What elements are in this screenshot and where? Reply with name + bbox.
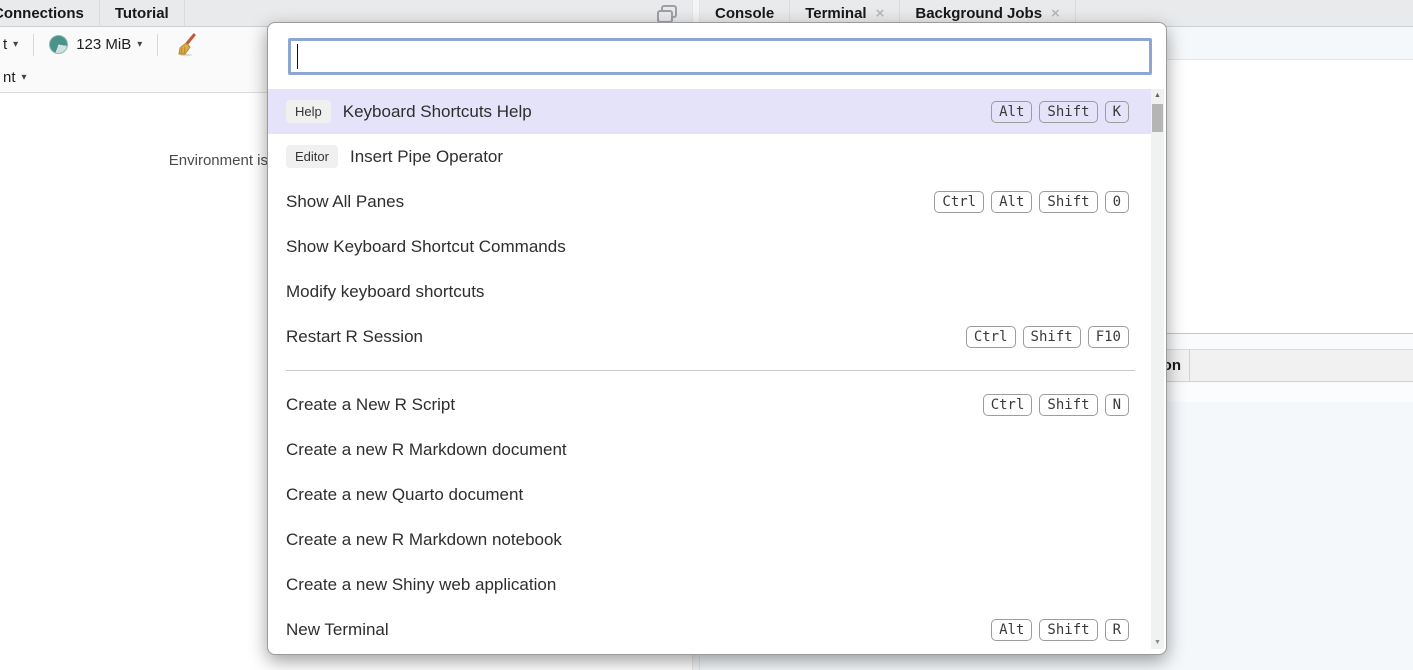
palette-list: Help Keyboard Shortcuts Help Alt Shift K E… <box>268 89 1153 652</box>
text-cursor <box>297 44 298 69</box>
item-keys: Ctrl Shift F10 <box>959 326 1129 348</box>
palette-item[interactable]: Create a new R Markdown notebook <box>268 517 1153 562</box>
tab-terminal-label: Terminal <box>805 5 866 22</box>
palette-scrollbar[interactable]: ▲ ▼ <box>1151 89 1164 649</box>
item-label: Keyboard Shortcuts Help <box>343 102 532 122</box>
import-dataset-button[interactable]: t ▾ <box>0 36 21 53</box>
shortcut-key: Shift <box>1023 326 1081 348</box>
item-label: Create a New R Script <box>286 395 455 415</box>
shortcut-key: Shift <box>1039 101 1097 123</box>
chevron-down-icon: ▾ <box>13 39 18 50</box>
shortcut-key: K <box>1105 101 1129 123</box>
item-keys: Ctrl Alt Shift 0 <box>927 191 1129 213</box>
shortcut-key: F10 <box>1088 326 1129 348</box>
shortcut-key: Alt <box>991 101 1032 123</box>
palette-item[interactable]: Create a new Shiny web application <box>268 562 1153 607</box>
palette-item[interactable]: Show All Panes Ctrl Alt Shift 0 <box>268 179 1153 224</box>
palette-item[interactable]: Create a new Quarto document <box>268 472 1153 517</box>
item-label: Create a new Shiny web application <box>286 575 556 595</box>
item-label: Restart R Session <box>286 327 423 347</box>
item-label: Create a new Quarto document <box>286 485 523 505</box>
item-label: New Terminal <box>286 620 389 640</box>
memory-usage-pie-icon <box>49 35 68 54</box>
palette-item[interactable]: New Terminal Alt Shift R <box>268 607 1153 652</box>
scrollbar-thumb[interactable] <box>1152 104 1163 132</box>
command-palette: Help Keyboard Shortcuts Help Alt Shift K E… <box>267 22 1167 655</box>
environment-empty-message: Environment is <box>0 152 268 169</box>
item-scope-badge: Editor <box>286 145 338 168</box>
shortcut-key: R <box>1105 619 1129 641</box>
shortcut-key: Shift <box>1039 191 1097 213</box>
item-label: Create a new R Markdown notebook <box>286 530 562 550</box>
memory-usage-button[interactable]: 123 MiB ▾ <box>46 35 145 54</box>
chevron-down-icon: ▾ <box>137 39 142 50</box>
tab-tutorial[interactable]: Tutorial <box>100 0 185 26</box>
chevron-down-icon: ▾ <box>22 72 27 83</box>
toolbar-separator <box>157 34 158 56</box>
environment-selector-clipped-label: nt <box>3 69 16 86</box>
shortcut-key: Ctrl <box>966 326 1016 348</box>
close-background-jobs-icon[interactable]: × <box>1051 5 1060 22</box>
shortcut-key: Shift <box>1039 394 1097 416</box>
item-keys: Ctrl Shift N <box>976 394 1129 416</box>
palette-item[interactable]: Help Keyboard Shortcuts Help Alt Shift K <box>268 89 1153 134</box>
broom-icon <box>173 33 197 57</box>
scroll-down-icon[interactable]: ▼ <box>1151 639 1164 646</box>
palette-item[interactable]: Create a New R Script Ctrl Shift N <box>268 382 1153 427</box>
item-label: Modify keyboard shortcuts <box>286 282 484 302</box>
shortcut-key: Shift <box>1039 619 1097 641</box>
shortcut-key: 0 <box>1105 191 1129 213</box>
palette-item[interactable]: Restart R Session Ctrl Shift F10 <box>268 314 1153 359</box>
shortcut-key: Ctrl <box>983 394 1033 416</box>
palette-item[interactable]: Show Keyboard Shortcut Commands <box>268 224 1153 269</box>
shortcut-key: Ctrl <box>934 191 984 213</box>
memory-usage-label: 123 MiB <box>76 36 131 53</box>
command-search-input[interactable] <box>288 38 1152 75</box>
tab-background-jobs-label: Background Jobs <box>915 5 1042 22</box>
palette-item[interactable]: Editor Insert Pipe Operator <box>268 134 1153 179</box>
shortcut-key: Alt <box>991 191 1032 213</box>
item-label: Create a new R Markdown document <box>286 440 567 460</box>
maximize-icon <box>655 4 679 24</box>
clear-objects-button[interactable] <box>170 33 200 57</box>
item-label: Insert Pipe Operator <box>350 147 503 167</box>
shortcut-key: Alt <box>991 619 1032 641</box>
item-keys: Alt Shift R <box>984 619 1129 641</box>
item-label: Show Keyboard Shortcut Commands <box>286 237 566 257</box>
item-keys: Alt Shift K <box>984 101 1129 123</box>
tab-tutorial-label: Tutorial <box>115 5 169 22</box>
environment-selector-dropdown[interactable]: nt ▾ <box>0 69 30 86</box>
palette-item[interactable]: Create a new R Markdown document <box>268 427 1153 472</box>
toolbar-separator <box>33 34 34 56</box>
close-terminal-icon[interactable]: × <box>876 5 885 22</box>
item-scope-badge: Help <box>286 100 331 123</box>
palette-divider <box>286 370 1135 371</box>
tab-console-label: Console <box>715 5 774 22</box>
shortcut-key: N <box>1105 394 1129 416</box>
import-dataset-clipped-label: t <box>3 36 7 53</box>
scroll-up-icon[interactable]: ▲ <box>1151 92 1164 99</box>
item-label: Show All Panes <box>286 192 404 212</box>
palette-item[interactable]: Modify keyboard shortcuts <box>268 269 1153 314</box>
tab-connections-label: Connections <box>0 5 84 22</box>
tab-connections[interactable]: Connections <box>0 0 100 26</box>
